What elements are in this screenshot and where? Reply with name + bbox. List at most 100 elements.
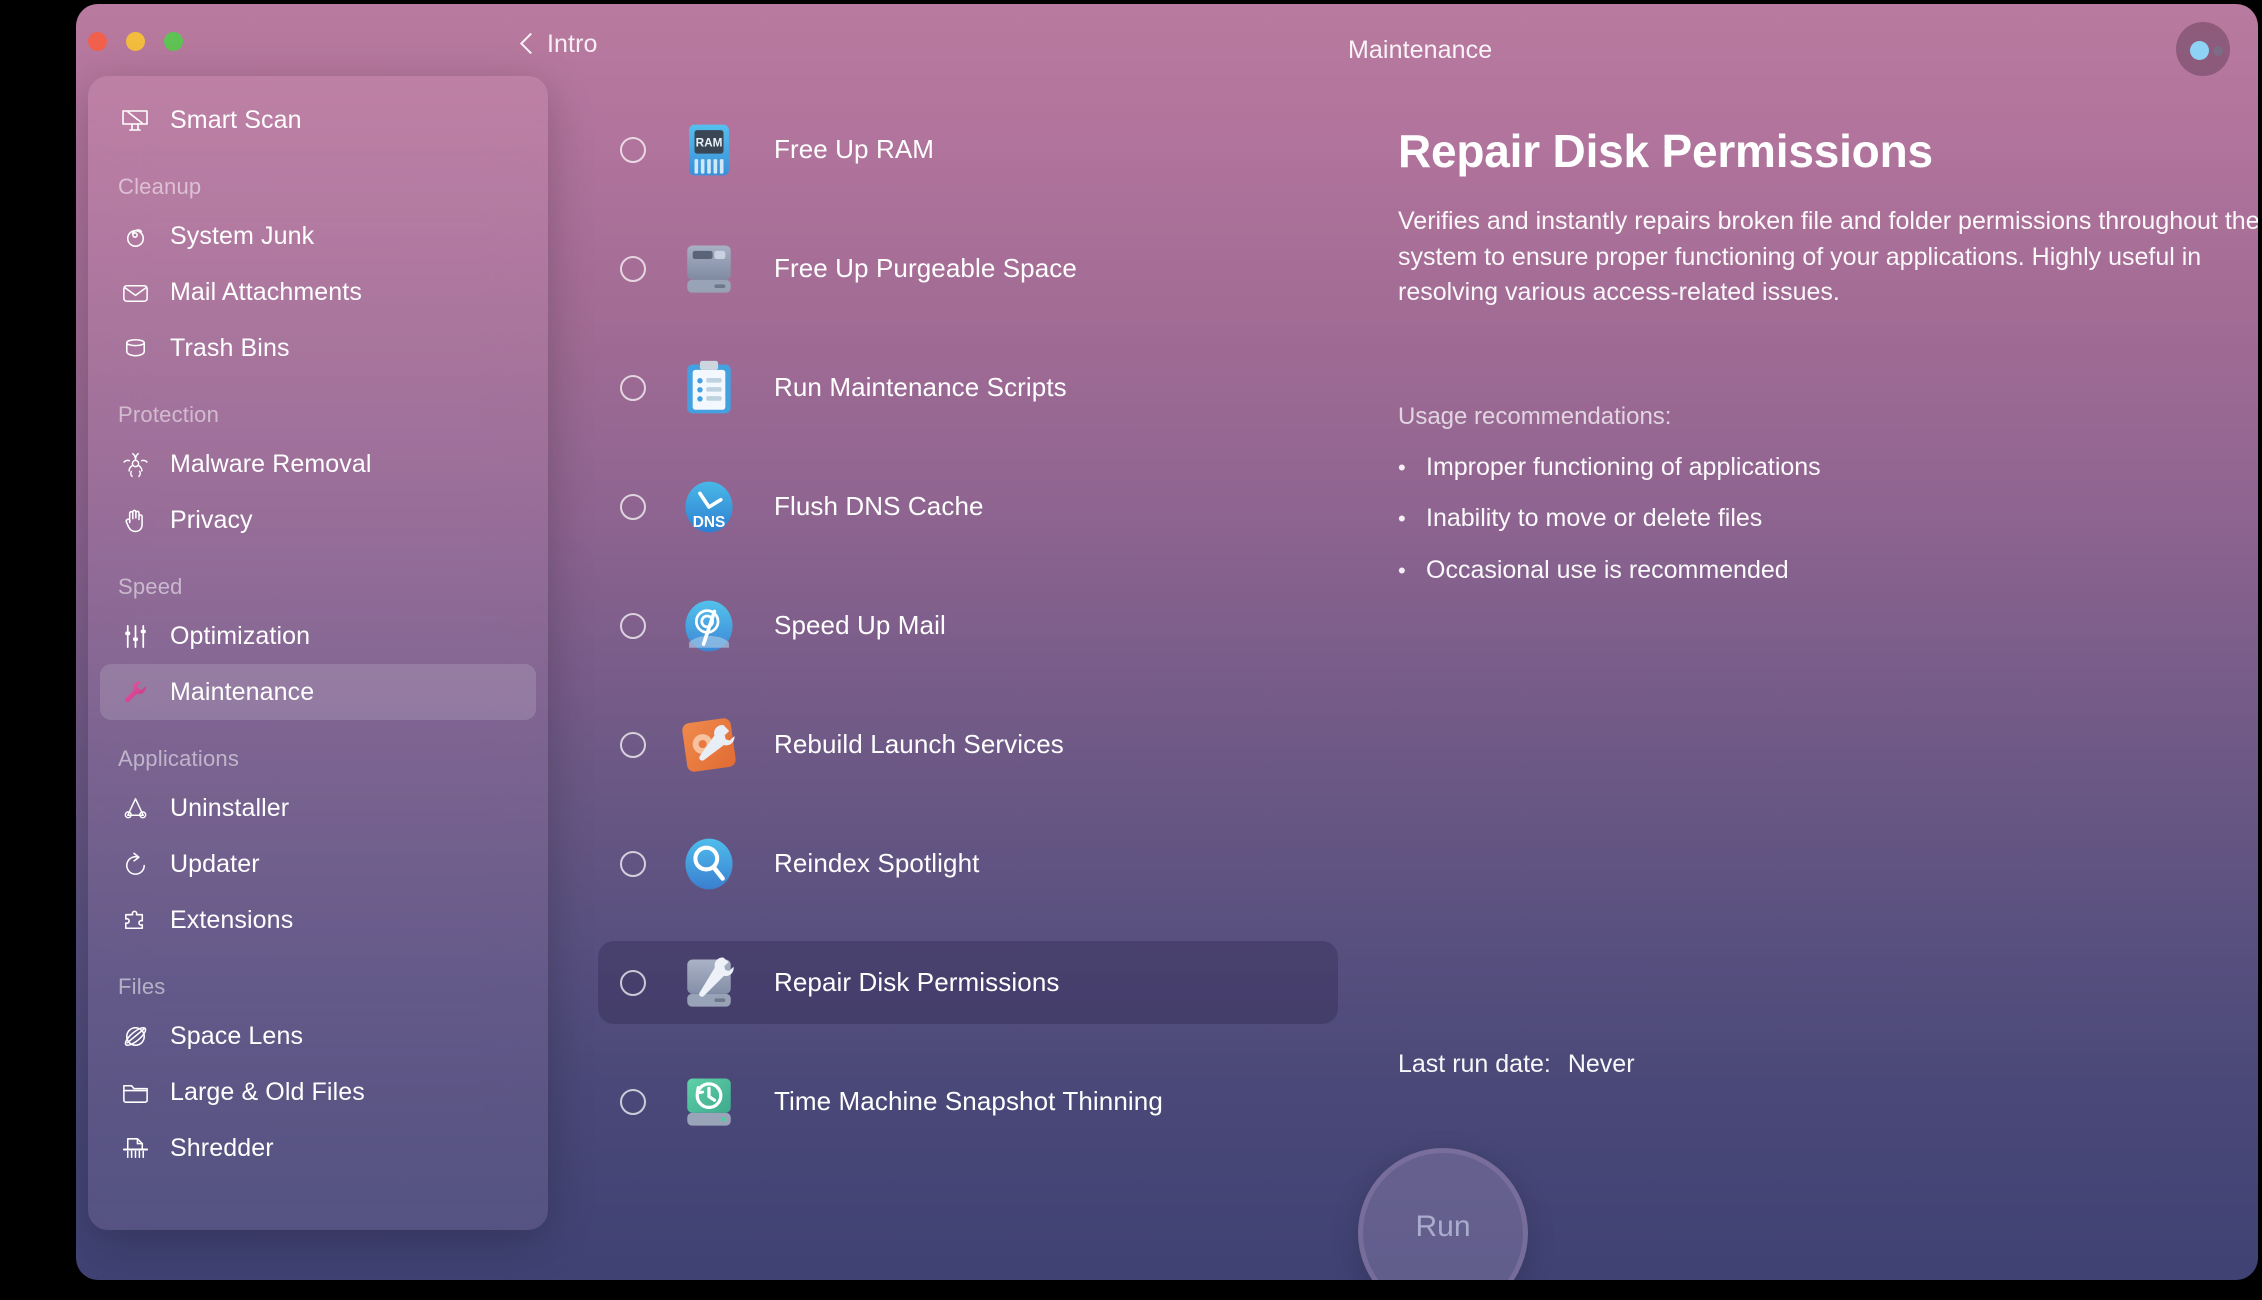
task-checkbox[interactable] — [620, 375, 646, 401]
puzzle-icon — [118, 903, 152, 937]
back-button-label: Intro — [547, 30, 598, 59]
app-window: Intro Maintenance Smart Scan Cleanup — [76, 4, 2258, 1280]
sidebar-item-trash-bins[interactable]: Trash Bins — [100, 320, 536, 376]
task-checkbox[interactable] — [620, 970, 646, 996]
usage-list-item: • Occasional use is recommended — [1398, 556, 2258, 586]
minimize-button[interactable] — [126, 32, 145, 51]
detail-title: Repair Disk Permissions — [1398, 124, 2258, 178]
back-button[interactable]: Intro — [519, 30, 598, 59]
task-label: Time Machine Snapshot Thinning — [774, 1086, 1163, 1117]
sidebar-item-extensions[interactable]: Extensions — [100, 892, 536, 948]
task-row-run-maintenance-scripts[interactable]: Run Maintenance Scripts — [598, 346, 1338, 429]
task-label: Speed Up Mail — [774, 610, 946, 641]
task-row-free-up-purgeable-space[interactable]: Free Up Purgeable Space — [598, 227, 1338, 310]
sidebar-item-smart-scan[interactable]: Smart Scan — [100, 92, 536, 148]
last-run-info: Last run date: Never — [1398, 1050, 1635, 1079]
task-checkbox[interactable] — [620, 732, 646, 758]
disk-icon — [680, 240, 738, 298]
page-title: Maintenance — [1348, 36, 1492, 65]
sidebar-item-label: Maintenance — [170, 678, 314, 707]
sidebar-group-label-cleanup: Cleanup — [88, 174, 548, 200]
usage-item-label: Inability to move or delete files — [1426, 504, 1762, 533]
sidebar-item-large-and-old-files[interactable]: Large & Old Files — [100, 1064, 536, 1120]
sidebar-item-malware-removal[interactable]: Malware Removal — [100, 436, 536, 492]
mail-icon — [118, 275, 152, 309]
dns-clock-icon: DNS — [680, 478, 738, 536]
chevron-left-icon — [519, 32, 535, 58]
task-label: Flush DNS Cache — [774, 491, 984, 522]
sidebar-item-maintenance[interactable]: Maintenance — [100, 664, 536, 720]
smart-scan-icon — [118, 103, 152, 137]
task-row-free-up-ram[interactable]: RAM Free Up RAM — [598, 108, 1338, 191]
shredder-icon — [118, 1131, 152, 1165]
sidebar-item-mail-attachments[interactable]: Mail Attachments — [100, 264, 536, 320]
task-label: Reindex Spotlight — [774, 848, 980, 879]
account-secondary-dot-icon — [2213, 46, 2223, 56]
bullet-icon: • — [1398, 453, 1426, 483]
task-row-rebuild-launch-services[interactable]: Rebuild Launch Services — [598, 703, 1338, 786]
sidebar: Smart Scan Cleanup System Junk Mail A — [88, 76, 548, 1230]
sidebar-item-updater[interactable]: Updater — [100, 836, 536, 892]
task-label: Free Up Purgeable Space — [774, 253, 1077, 284]
account-button[interactable] — [2176, 22, 2230, 76]
sidebar-item-label: Uninstaller — [170, 794, 289, 823]
usage-list-item: • Inability to move or delete files — [1398, 504, 2258, 534]
zoom-button[interactable] — [164, 32, 183, 51]
sidebar-item-label: Extensions — [170, 906, 293, 935]
last-run-label: Last run date: — [1398, 1050, 1551, 1078]
task-checkbox[interactable] — [620, 851, 646, 877]
task-row-repair-disk-permissions[interactable]: Repair Disk Permissions — [598, 941, 1338, 1024]
usage-recommendations-title: Usage recommendations: — [1398, 403, 2258, 431]
task-row-flush-dns-cache[interactable]: DNS Flush DNS Cache — [598, 465, 1338, 548]
gear-wrench-icon — [680, 716, 738, 774]
titlebar: Intro Maintenance — [76, 4, 2258, 80]
usage-list-item: • Improper functioning of applications — [1398, 453, 2258, 483]
task-checkbox[interactable] — [620, 1089, 646, 1115]
sidebar-item-space-lens[interactable]: Space Lens — [100, 1008, 536, 1064]
planet-icon — [118, 1019, 152, 1053]
svg-text:DNS: DNS — [693, 513, 726, 530]
sidebar-item-label: Shredder — [170, 1134, 274, 1163]
sidebar-item-optimization[interactable]: Optimization — [100, 608, 536, 664]
uninstaller-icon — [118, 791, 152, 825]
sidebar-group-label-applications: Applications — [88, 746, 548, 772]
mail-speed-icon — [680, 597, 738, 655]
sidebar-item-label: Space Lens — [170, 1022, 303, 1051]
time-machine-icon — [680, 1073, 738, 1131]
sidebar-item-system-junk[interactable]: System Junk — [100, 208, 536, 264]
system-junk-icon — [118, 219, 152, 253]
sidebar-group-label-protection: Protection — [88, 402, 548, 428]
sidebar-item-label: Large & Old Files — [170, 1078, 365, 1107]
task-label: Run Maintenance Scripts — [774, 372, 1067, 403]
task-checkbox[interactable] — [620, 494, 646, 520]
sidebar-item-label: Updater — [170, 850, 260, 879]
sliders-icon — [118, 619, 152, 653]
task-row-time-machine-snapshot-thinning[interactable]: Time Machine Snapshot Thinning — [598, 1060, 1338, 1143]
task-row-speed-up-mail[interactable]: Speed Up Mail — [598, 584, 1338, 667]
maintenance-task-list: RAM Free Up RAM — [598, 108, 1338, 1179]
account-status-dot-icon — [2190, 41, 2209, 60]
svg-text:RAM: RAM — [696, 136, 723, 149]
task-checkbox[interactable] — [620, 256, 646, 282]
task-label: Rebuild Launch Services — [774, 729, 1064, 760]
trash-icon — [118, 331, 152, 365]
task-checkbox[interactable] — [620, 137, 646, 163]
sidebar-item-shredder[interactable]: Shredder — [100, 1120, 536, 1176]
sidebar-item-uninstaller[interactable]: Uninstaller — [100, 780, 536, 836]
task-checkbox[interactable] — [620, 613, 646, 639]
folder-icon — [118, 1075, 152, 1109]
sidebar-item-privacy[interactable]: Privacy — [100, 492, 536, 548]
sidebar-item-label: Trash Bins — [170, 334, 290, 363]
sidebar-item-label: Malware Removal — [170, 450, 372, 479]
last-run-value: Never — [1568, 1050, 1635, 1078]
task-label: Repair Disk Permissions — [774, 967, 1059, 998]
bullet-icon: • — [1398, 556, 1426, 586]
ram-chip-icon: RAM — [680, 121, 738, 179]
sidebar-item-label: Optimization — [170, 622, 310, 651]
sidebar-item-label: Smart Scan — [170, 106, 302, 135]
disk-wrench-icon — [680, 954, 738, 1012]
task-row-reindex-spotlight[interactable]: Reindex Spotlight — [598, 822, 1338, 905]
close-button[interactable] — [88, 32, 107, 51]
run-button[interactable]: Run — [1358, 1148, 1528, 1280]
wrench-icon — [118, 675, 152, 709]
